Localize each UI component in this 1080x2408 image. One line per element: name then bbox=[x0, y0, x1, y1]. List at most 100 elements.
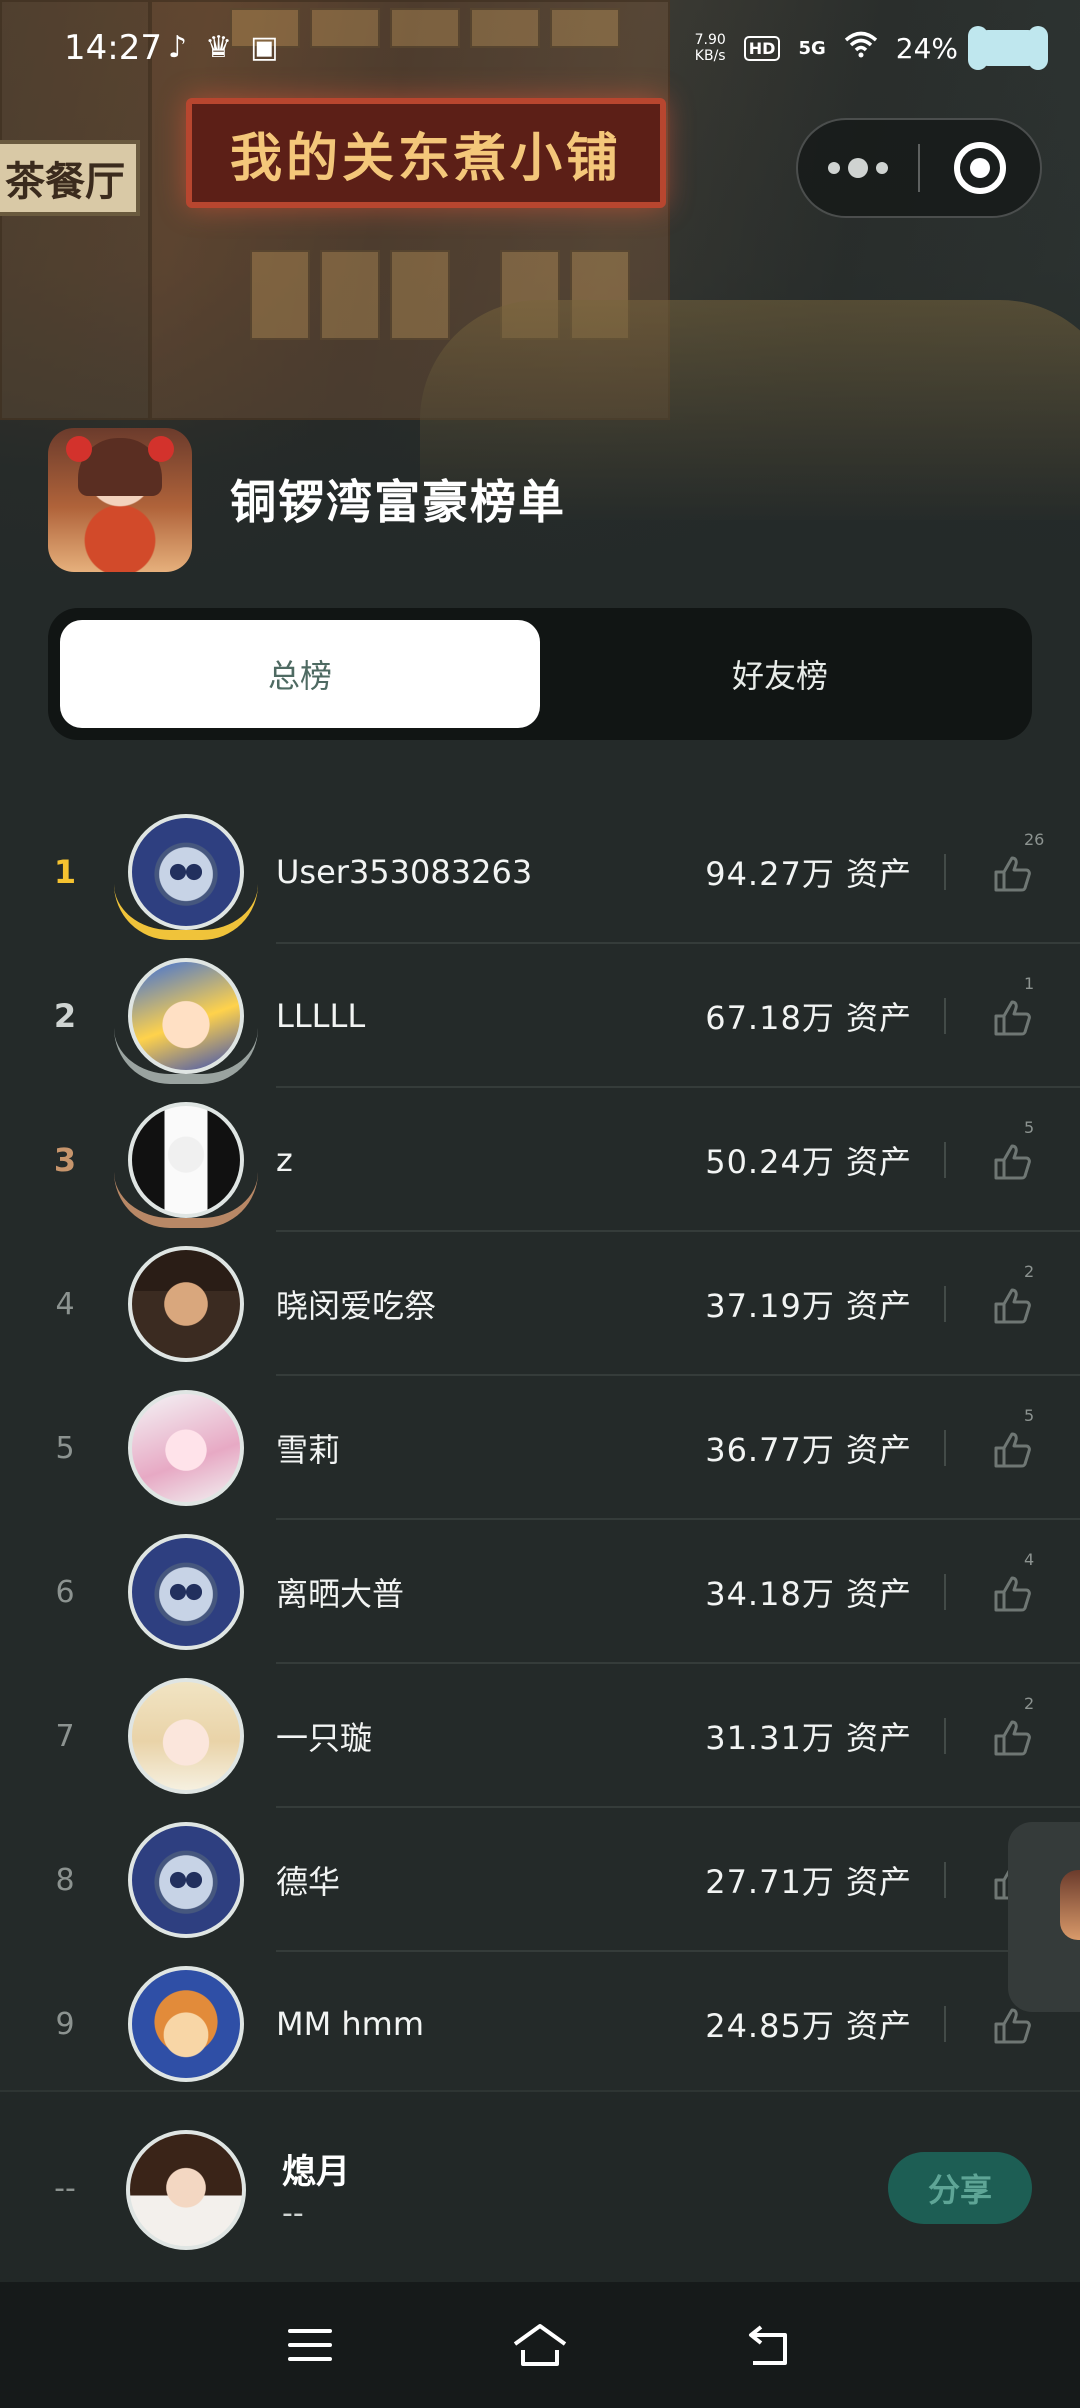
window bbox=[320, 250, 380, 340]
my-avatar bbox=[126, 2130, 246, 2250]
shop-neon-sign: 我的关东煮小铺 bbox=[186, 98, 666, 208]
tab-friends[interactable]: 好友榜 bbox=[540, 620, 1020, 728]
rank-number: 4 bbox=[55, 1286, 75, 1322]
thumbs-up-icon[interactable] bbox=[984, 846, 1040, 902]
like-count: 2 bbox=[1024, 1694, 1035, 1713]
system-navigation-bar bbox=[0, 2282, 1080, 2408]
target-icon bbox=[953, 142, 1006, 194]
leaderboard-row[interactable]: 4 晓闵爱吃祭 37.19万 资产 2 bbox=[0, 1232, 1080, 1376]
row-divider bbox=[944, 2006, 946, 2042]
avatar[interactable] bbox=[128, 1966, 244, 2082]
leaderboard-row[interactable]: 1 User353083263 94.27万 资产 26 bbox=[0, 800, 1080, 944]
rank-number: 2 bbox=[53, 997, 77, 1035]
avatar[interactable] bbox=[128, 1246, 244, 1362]
notification-icons: ♪ ♛ ▣ bbox=[168, 30, 278, 65]
gold-laurel-icon bbox=[114, 884, 258, 940]
my-username: 熄月 bbox=[282, 2152, 350, 2192]
signal-5g-icon: 5G bbox=[798, 37, 826, 59]
rank-number: 8 bbox=[55, 1862, 75, 1898]
asset-value: 94.27万 资产 bbox=[705, 855, 912, 893]
leaderboard-row[interactable]: 8 德华 27.71万 资产 bbox=[0, 1808, 1080, 1952]
more-dot-icon bbox=[876, 162, 888, 174]
rank-number: 9 bbox=[55, 2006, 75, 2042]
row-divider bbox=[944, 1286, 946, 1322]
thumbs-up-icon[interactable] bbox=[984, 1134, 1040, 1190]
thumbs-up-icon[interactable] bbox=[984, 1566, 1040, 1622]
username: LLLLL bbox=[276, 997, 366, 1035]
row-divider bbox=[944, 1718, 946, 1754]
thumbs-up-icon[interactable] bbox=[984, 990, 1040, 1046]
thumbs-up-icon[interactable] bbox=[984, 1710, 1040, 1766]
thumbs-up-icon[interactable] bbox=[984, 1278, 1040, 1334]
teahouse-sign: 茶餐厅 bbox=[0, 140, 140, 216]
network-speed-value: 7.90 bbox=[694, 32, 726, 48]
like-count: 5 bbox=[1024, 1118, 1035, 1137]
more-dot-icon bbox=[828, 162, 840, 174]
floating-side-widget[interactable] bbox=[1008, 1822, 1080, 2012]
tab-overall[interactable]: 总榜 bbox=[60, 620, 540, 728]
more-dot-icon bbox=[848, 158, 868, 178]
asset-value: 67.18万 资产 bbox=[705, 999, 912, 1037]
username: z bbox=[276, 1141, 293, 1179]
asset-value: 50.24万 资产 bbox=[705, 1143, 912, 1181]
back-icon[interactable] bbox=[740, 2315, 800, 2375]
window bbox=[250, 250, 310, 340]
menu-icon[interactable] bbox=[280, 2315, 340, 2375]
avatar[interactable] bbox=[128, 1822, 244, 1938]
avatar[interactable] bbox=[128, 1534, 244, 1650]
network-speed: 7.90 KB/s bbox=[695, 32, 726, 64]
asset-value: 37.19万 资产 bbox=[705, 1287, 912, 1325]
crown-icon: ♛ bbox=[205, 30, 233, 65]
like-count: 2 bbox=[1024, 1262, 1035, 1281]
status-right: 7.90 KB/s HD 5G 24% bbox=[695, 26, 1048, 70]
username: 雪莉 bbox=[276, 1431, 341, 1469]
window bbox=[390, 250, 450, 340]
username: 一只璇 bbox=[276, 1719, 373, 1757]
leaderboard-row[interactable]: 7 一只璇 31.31万 资产 2 bbox=[0, 1664, 1080, 1808]
page-title: 铜锣湾富豪榜单 bbox=[230, 475, 566, 529]
row-divider bbox=[944, 1862, 946, 1898]
rank-number: 5 bbox=[55, 1430, 75, 1466]
battery-icon bbox=[968, 26, 1048, 70]
like-count: 1 bbox=[1024, 974, 1035, 993]
leaderboard-row[interactable]: 3 z 50.24万 资产 5 bbox=[0, 1088, 1080, 1232]
share-button[interactable]: 分享 bbox=[888, 2152, 1032, 2224]
leaderboard-row[interactable]: 5 雪莉 36.77万 资产 5 bbox=[0, 1376, 1080, 1520]
more-options-button[interactable] bbox=[798, 158, 918, 178]
network-speed-unit: KB/s bbox=[694, 48, 726, 64]
leaderboard-row[interactable]: 6 离晒大普 34.18万 资产 4 bbox=[0, 1520, 1080, 1664]
thumbs-up-icon[interactable] bbox=[984, 1422, 1040, 1478]
status-time: 14:27 bbox=[64, 28, 162, 68]
row-divider bbox=[944, 854, 946, 890]
asset-value: 27.71万 资产 bbox=[705, 1863, 912, 1901]
close-miniprogram-button[interactable] bbox=[920, 142, 1040, 194]
asset-value: 36.77万 资产 bbox=[705, 1431, 912, 1469]
asset-value: 34.18万 资产 bbox=[705, 1575, 912, 1613]
asset-value: 24.85万 资产 bbox=[705, 2007, 912, 2045]
rank-number: 1 bbox=[53, 853, 77, 891]
like-count: 26 bbox=[1024, 830, 1045, 849]
row-divider bbox=[944, 1574, 946, 1610]
row-divider bbox=[944, 1142, 946, 1178]
home-icon[interactable] bbox=[510, 2315, 570, 2375]
battery-percent: 24% bbox=[895, 31, 958, 65]
avatar[interactable] bbox=[128, 1390, 244, 1506]
rank-number: 3 bbox=[53, 1141, 77, 1179]
row-divider bbox=[944, 998, 946, 1034]
bronze-laurel-icon bbox=[114, 1172, 258, 1228]
username: User353083263 bbox=[276, 853, 533, 891]
hd-icon: HD bbox=[743, 35, 781, 61]
username: 离晒大普 bbox=[276, 1575, 405, 1613]
username: MM hmm bbox=[276, 2005, 425, 2043]
miniprogram-capsule bbox=[796, 118, 1042, 218]
my-rank-number: -- bbox=[54, 2170, 76, 2206]
like-count: 4 bbox=[1024, 1550, 1035, 1569]
leaderboard-list: 1 User353083263 94.27万 资产 26 2 LLLLL 67.… bbox=[0, 800, 1080, 2096]
leaderboard-row[interactable]: 2 LLLLL 67.18万 资产 1 bbox=[0, 944, 1080, 1088]
row-divider bbox=[944, 1430, 946, 1466]
leaderboard-row[interactable]: 9 MM hmm 24.85万 资产 bbox=[0, 1952, 1080, 2096]
avatar[interactable] bbox=[128, 1678, 244, 1794]
game-app-icon bbox=[48, 428, 192, 572]
my-rank-bar: -- 熄月 -- 分享 bbox=[0, 2090, 1080, 2282]
username: 德华 bbox=[276, 1863, 341, 1901]
